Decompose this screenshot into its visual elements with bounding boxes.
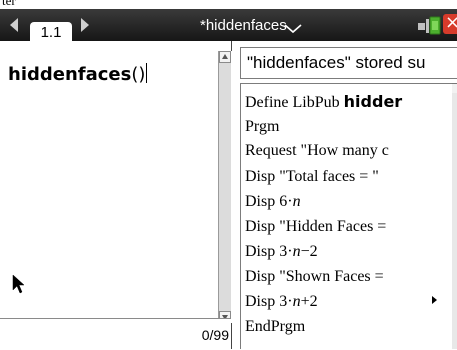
program-listing[interactable]: Define LibPub hidder Prgm Request "How m…: [240, 83, 457, 349]
program-name: hidder: [343, 92, 403, 111]
previous-page-icon[interactable]: [10, 18, 18, 32]
text-caret: [146, 63, 148, 83]
disp-3n-minus-var: n: [292, 243, 301, 260]
code-line-total-faces: Disp "Total faces = ": [245, 168, 379, 185]
title-bar: 1.1 *hiddenfaces: [0, 9, 457, 44]
calculator-entry-line[interactable]: hiddenfaces(): [8, 63, 148, 85]
code-line-disp-3n-minus-2: Disp 3·n−2: [245, 243, 318, 261]
battery-icon: [418, 16, 441, 35]
expand-arrow-icon[interactable]: [432, 296, 437, 304]
calculator-pane[interactable]: hiddenfaces() 0/99: [0, 41, 232, 350]
chevron-down-icon[interactable]: [284, 24, 302, 34]
disp-6n-var: n: [292, 193, 301, 210]
code-line-disp-3n-plus-2: Disp 3·n+2: [245, 293, 318, 311]
entry-args: (): [131, 64, 146, 85]
code-line-define: Define LibPub hidder: [245, 92, 402, 112]
close-icon[interactable]: [443, 14, 457, 34]
code-line-request: Request "How many c: [245, 142, 389, 159]
disp-3n-minus-suffix: −2: [300, 243, 318, 260]
code-line-prgm: Prgm: [245, 118, 280, 135]
calculator-footer: 0/99: [0, 318, 231, 350]
entry-counter: 0/99: [201, 327, 229, 343]
disp-3n-plus-suffix: +2: [300, 293, 318, 310]
cropped-text: ter: [2, 0, 16, 8]
code-line-endprgm: EndPrgm: [245, 318, 306, 335]
scroll-up-icon[interactable]: [219, 51, 231, 63]
code-line-hidden-faces: Disp "Hidden Faces =: [245, 218, 387, 235]
program-scroll-up-icon[interactable]: [452, 83, 457, 93]
stored-status-output: "hiddenfaces" stored su: [240, 47, 457, 79]
disp-3n-plus-var: n: [292, 293, 301, 310]
scroll-track[interactable]: [219, 63, 231, 311]
entry-function-name: hiddenfaces: [8, 64, 132, 85]
program-pane[interactable]: "hiddenfaces" stored su Define LibPub hi…: [232, 41, 457, 349]
calculator-scrollbar[interactable]: [218, 51, 232, 323]
define-prefix: Define LibPub: [245, 94, 344, 111]
mouse-pointer-icon: [12, 274, 25, 294]
program-scrollbar[interactable]: [452, 83, 457, 349]
document-title[interactable]: *hiddenfaces: [200, 17, 287, 34]
code-line-shown-faces: Disp "Shown Faces =: [245, 268, 384, 285]
next-page-icon[interactable]: [81, 18, 89, 32]
code-line-disp-6n: Disp 6·n: [245, 193, 301, 211]
disp-6n-prefix: Disp 6·: [245, 193, 293, 210]
disp-3n-plus-prefix: Disp 3·: [245, 293, 293, 310]
top-cropped-text: ter: [0, 0, 457, 9]
disp-3n-minus-prefix: Disp 3·: [245, 243, 293, 260]
